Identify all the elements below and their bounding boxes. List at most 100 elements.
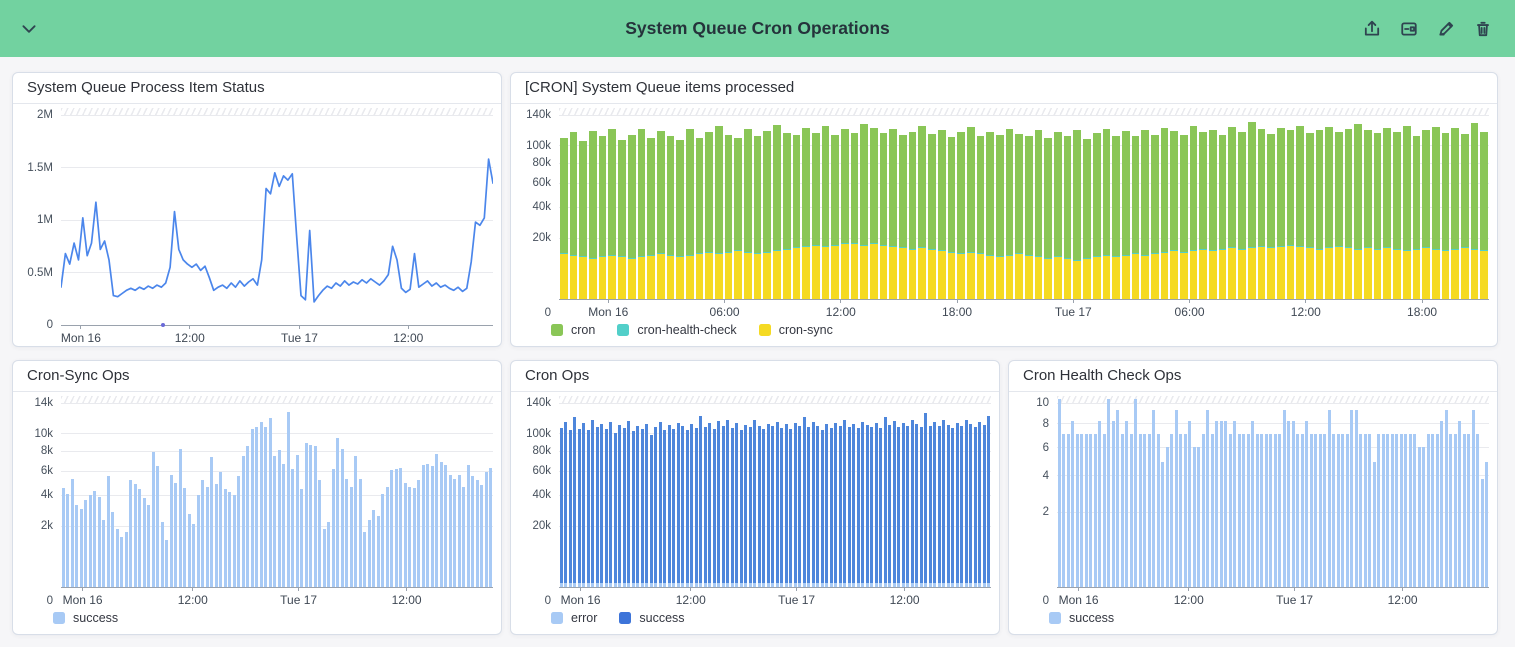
bar[interactable]: [1025, 115, 1033, 299]
bar[interactable]: [1161, 403, 1164, 587]
bar[interactable]: [98, 403, 101, 587]
bar[interactable]: [1386, 403, 1389, 587]
bar[interactable]: [986, 115, 994, 299]
bar[interactable]: [138, 403, 141, 587]
bar[interactable]: [893, 403, 896, 587]
stacked-bar-chart-items-processed[interactable]: 140k100k80k60k40k20k0Mon 1606:0012:0018:…: [511, 104, 1497, 320]
bar[interactable]: [897, 403, 900, 587]
bar[interactable]: [686, 115, 694, 299]
bar[interactable]: [1316, 115, 1324, 299]
bar[interactable]: [852, 403, 855, 587]
bar[interactable]: [1193, 403, 1196, 587]
bar[interactable]: [1341, 403, 1344, 587]
bar[interactable]: [1139, 403, 1142, 587]
bar[interactable]: [627, 403, 630, 587]
bar[interactable]: [793, 115, 801, 299]
edit-button[interactable]: [1434, 17, 1458, 41]
bar[interactable]: [884, 403, 887, 587]
bar[interactable]: [440, 403, 443, 587]
bar[interactable]: [663, 403, 666, 587]
bar[interactable]: [224, 403, 227, 587]
bar[interactable]: [206, 403, 209, 587]
bar[interactable]: [734, 115, 742, 299]
bar[interactable]: [785, 403, 788, 587]
bar[interactable]: [1305, 403, 1308, 587]
bar[interactable]: [722, 403, 725, 587]
line-chart-process-item-status[interactable]: 2M1.5M1M0.5M0Mon 1612:00Tue 1712:00: [13, 104, 501, 346]
bar[interactable]: [80, 403, 83, 587]
bar[interactable]: [1197, 403, 1200, 587]
bar[interactable]: [93, 403, 96, 587]
bar[interactable]: [812, 403, 815, 587]
bar[interactable]: [62, 403, 65, 587]
bar[interactable]: [1374, 115, 1382, 299]
bar[interactable]: [1431, 403, 1434, 587]
bar[interactable]: [426, 403, 429, 587]
bar[interactable]: [1247, 403, 1250, 587]
bar[interactable]: [1350, 403, 1353, 587]
bar[interactable]: [822, 115, 830, 299]
bar[interactable]: [242, 403, 245, 587]
bar[interactable]: [1080, 403, 1083, 587]
bar[interactable]: [848, 403, 851, 587]
bar[interactable]: [780, 403, 783, 587]
bar[interactable]: [1355, 403, 1358, 587]
bar[interactable]: [1296, 403, 1299, 587]
bar[interactable]: [929, 403, 932, 587]
bar[interactable]: [608, 115, 616, 299]
bar[interactable]: [192, 403, 195, 587]
bar[interactable]: [938, 403, 941, 587]
bar[interactable]: [323, 403, 326, 587]
bar[interactable]: [363, 403, 366, 587]
bar[interactable]: [1422, 115, 1430, 299]
bar[interactable]: [1199, 115, 1207, 299]
bar[interactable]: [116, 403, 119, 587]
bar[interactable]: [763, 115, 771, 299]
bar[interactable]: [1132, 115, 1140, 299]
bar[interactable]: [915, 403, 918, 587]
bar[interactable]: [735, 403, 738, 587]
bar[interactable]: [924, 403, 927, 587]
bar[interactable]: [305, 403, 308, 587]
bar[interactable]: [1103, 403, 1106, 587]
bar[interactable]: [599, 115, 607, 299]
bar[interactable]: [690, 403, 693, 587]
bar[interactable]: [977, 115, 985, 299]
bar[interactable]: [1476, 403, 1479, 587]
bar[interactable]: [228, 403, 231, 587]
bar[interactable]: [1413, 403, 1416, 587]
bar[interactable]: [920, 403, 923, 587]
bar[interactable]: [686, 403, 689, 587]
bar[interactable]: [839, 403, 842, 587]
bar[interactable]: [725, 115, 733, 299]
bar[interactable]: [453, 403, 456, 587]
bar[interactable]: [89, 403, 92, 587]
bar[interactable]: [668, 403, 671, 587]
bar[interactable]: [183, 403, 186, 587]
plot-area[interactable]: Mon 1606:0012:0018:00Tue 1706:0012:0018:…: [559, 108, 1489, 300]
bar[interactable]: [462, 403, 465, 587]
bar[interactable]: [1451, 115, 1459, 299]
bar[interactable]: [1306, 115, 1314, 299]
bar[interactable]: [1287, 115, 1295, 299]
bar[interactable]: [744, 115, 752, 299]
bar[interactable]: [1148, 403, 1151, 587]
bar[interactable]: [480, 403, 483, 587]
bar[interactable]: [978, 403, 981, 587]
bar[interactable]: [957, 115, 965, 299]
bar[interactable]: [740, 403, 743, 587]
bar[interactable]: [1395, 403, 1398, 587]
bar[interactable]: [174, 403, 177, 587]
bar[interactable]: [776, 403, 779, 587]
bar[interactable]: [831, 115, 839, 299]
bar[interactable]: [152, 403, 155, 587]
plot-area[interactable]: Mon 1612:00Tue 1712:00: [61, 396, 493, 588]
bar[interactable]: [147, 403, 150, 587]
bar[interactable]: [789, 403, 792, 587]
bar[interactable]: [762, 403, 765, 587]
bar[interactable]: [489, 403, 492, 587]
bar[interactable]: [233, 403, 236, 587]
bar[interactable]: [1238, 115, 1246, 299]
bar[interactable]: [1480, 115, 1488, 299]
bar[interactable]: [359, 403, 362, 587]
